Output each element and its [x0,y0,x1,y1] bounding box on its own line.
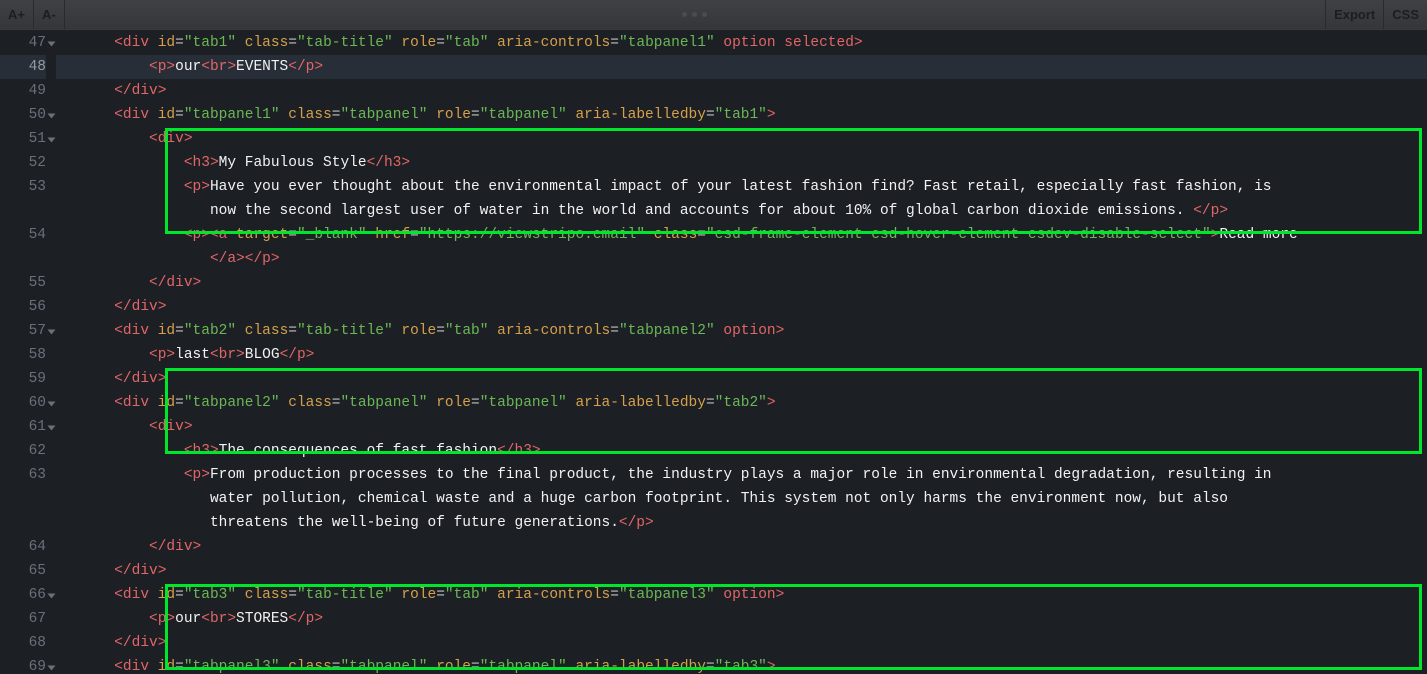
code-area[interactable]: <div id="tab1" class="tab-title" role="t… [56,30,1427,674]
css-button[interactable]: CSS [1383,0,1427,29]
drag-handle-icon[interactable] [682,12,707,17]
code-editor[interactable]: 4748495051525354555657585960616263646566… [0,30,1427,674]
export-button[interactable]: Export [1325,0,1383,29]
toolbar: A+ A- Export CSS [0,0,1427,30]
font-increase-button[interactable]: A+ [0,0,34,29]
toolbar-spacer [65,12,1325,17]
font-decrease-button[interactable]: A- [34,0,65,29]
line-number-gutter: 4748495051525354555657585960616263646566… [0,30,56,674]
